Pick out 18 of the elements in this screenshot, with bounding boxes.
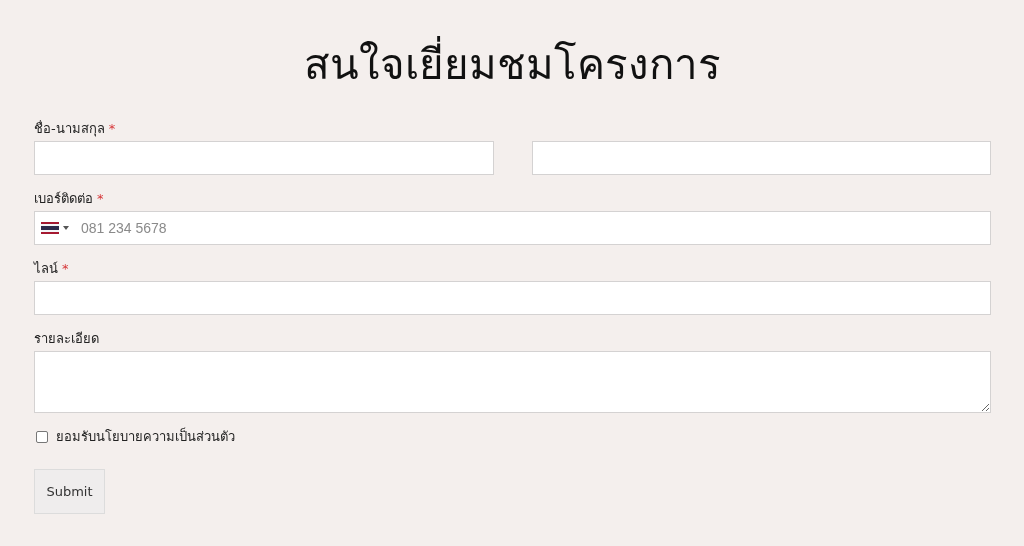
field-label: ไลน์ [34, 260, 58, 278]
field-label: รายละเอียด [34, 330, 99, 348]
details-field[interactable] [34, 351, 991, 413]
phone-field[interactable]: 081 234 5678 [34, 211, 991, 245]
submit-button[interactable]: Submit [34, 469, 105, 514]
field-label: ชื่อ-นามสกุล [34, 119, 105, 139]
field-label: เบอร์ติดต่อ [34, 190, 93, 208]
last-name-field[interactable] [531, 141, 991, 175]
consent-checkbox[interactable] [36, 430, 48, 443]
form-title: สนใจเยี่ยมชมโครงการ [34, 0, 991, 104]
required-mark: * [97, 191, 104, 206]
line-id-field[interactable] [34, 281, 991, 315]
caret-icon[interactable] [63, 226, 69, 230]
first-name-field[interactable] [34, 141, 494, 175]
flag-icon[interactable] [41, 222, 59, 234]
required-mark: * [62, 261, 69, 276]
consent-label: ยอมรับนโยบายความเป็นส่วนตัว [56, 426, 235, 446]
required-mark: * [108, 121, 116, 136]
